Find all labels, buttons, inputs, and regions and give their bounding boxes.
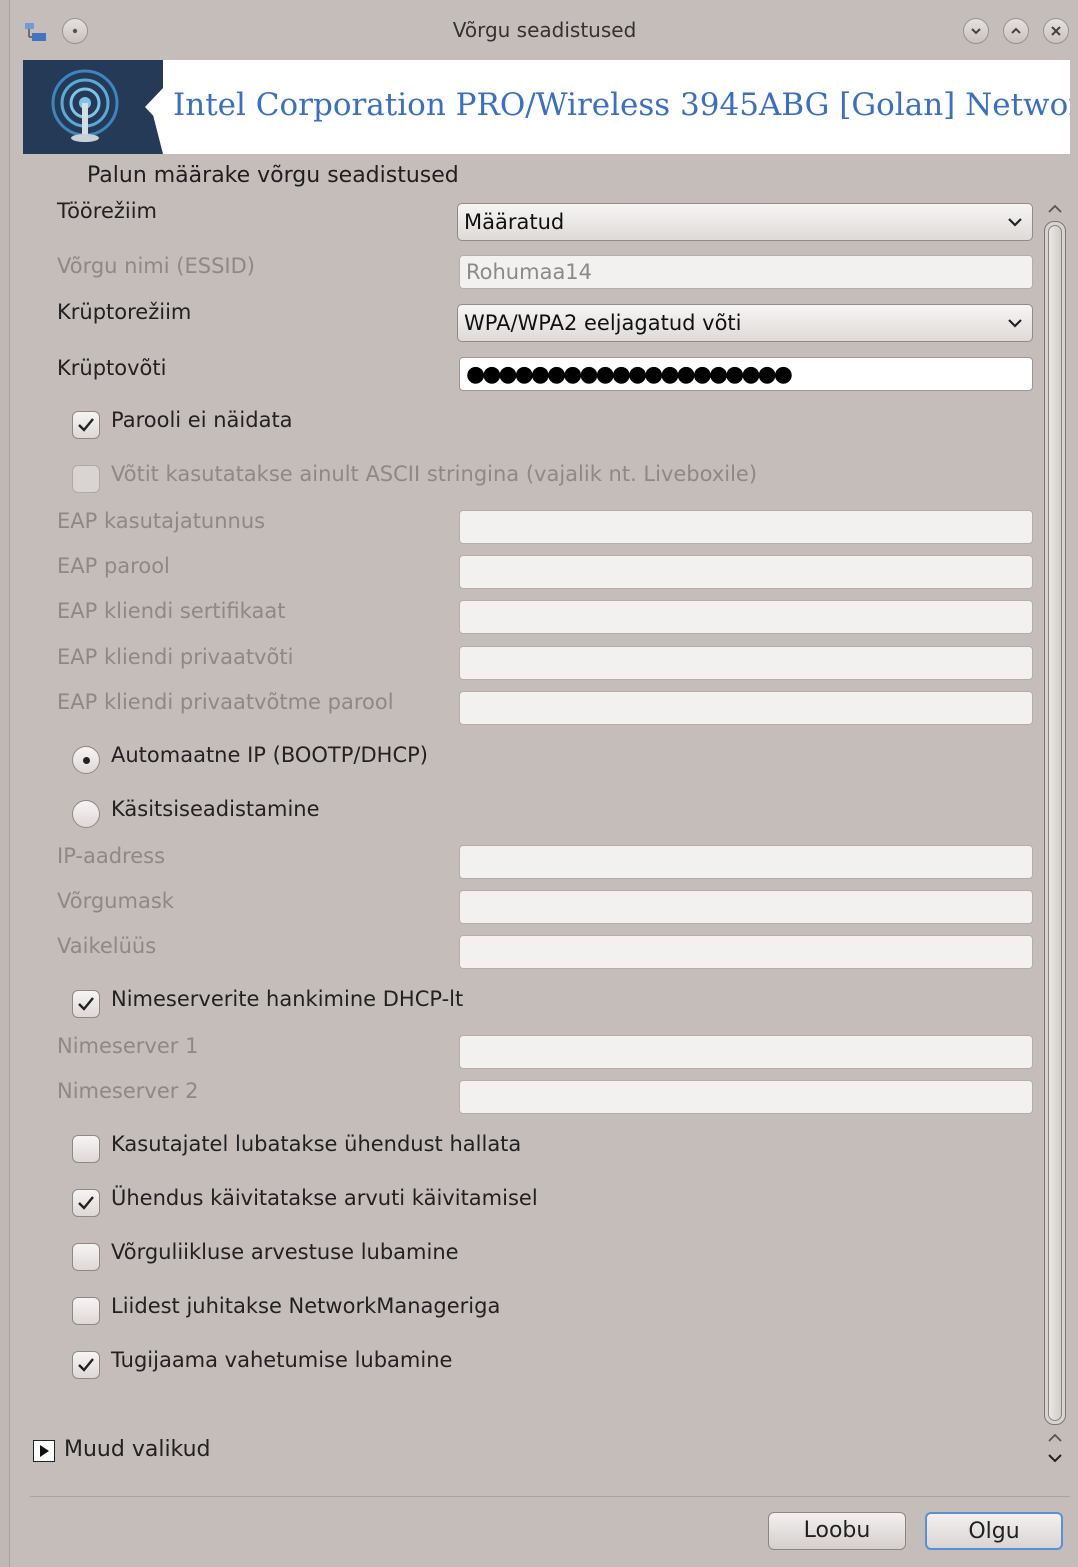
more-options-label[interactable]: Muud valikud (64, 1437, 211, 1462)
cancel-button[interactable]: Loobu (768, 1512, 906, 1550)
close-button[interactable] (1043, 18, 1069, 44)
minimize-button[interactable] (963, 18, 989, 44)
eap-password-input[interactable] (459, 555, 1033, 589)
instruction-text: Palun määrake võrgu seadistused (87, 163, 459, 188)
close-icon (1051, 26, 1061, 36)
gateway-label: Vaikelüüs (57, 934, 157, 958)
encryption-mode-value: WPA/WPA2 eeljagatud võti (464, 311, 742, 335)
chevron-down-icon (1008, 218, 1022, 227)
window-title: Võrgu seadistused (452, 18, 637, 42)
scrollbar-thumb[interactable] (1048, 225, 1062, 1421)
wireless-antenna-icon (23, 60, 175, 154)
chevron-up-icon (1011, 27, 1021, 34)
dns2-input[interactable] (459, 1080, 1033, 1114)
ip-address-label: IP-aadress (57, 844, 166, 868)
expander-arrow-icon[interactable] (33, 1440, 55, 1462)
dns-dhcp-checkbox[interactable] (72, 990, 100, 1018)
device-title: Intel Corporation PRO/Wireless 3945ABG [… (173, 87, 1070, 123)
eap-privkey-pass-label: EAP kliendi privaatvõtme parool (57, 690, 394, 714)
mode-select[interactable]: Määratud (457, 203, 1033, 241)
essid-label: Võrgu nimi (ESSID) (57, 254, 255, 278)
dns-dhcp-label: Nimeserverite hankimine DHCP-lt (111, 987, 464, 1011)
ascii-key-label: Võtit kasutatakse ainult ASCII stringina… (111, 462, 758, 486)
mode-label: Töörežiim (57, 199, 158, 223)
networkmanager-checkbox[interactable] (72, 1297, 100, 1325)
manual-config-radio[interactable] (72, 800, 100, 828)
eap-cert-label: EAP kliendi sertifikaat (57, 599, 286, 623)
users-manage-label: Kasutajatel lubatakse ühendust hallata (111, 1132, 522, 1156)
eap-password-label: EAP parool (57, 554, 170, 578)
encryption-mode-select[interactable]: WPA/WPA2 eeljagatud võti (457, 304, 1033, 342)
ap-roaming-checkbox[interactable] (72, 1351, 100, 1379)
masked-key: ●●●●●●●●●●●●●●●●●●●● (466, 362, 793, 387)
encryption-key-label: Krüptovõti (57, 356, 167, 380)
title-bar[interactable]: Võrgu seadistused (10, 8, 1078, 56)
users-manage-checkbox[interactable] (72, 1135, 100, 1163)
checkmark-icon (78, 418, 94, 432)
checkmark-icon (78, 1196, 94, 1210)
eap-cert-input[interactable] (459, 600, 1033, 634)
scroll-up-icon[interactable] (1044, 1428, 1066, 1448)
networkmanager-label: Liidest juhitakse NetworkManageriga (111, 1294, 501, 1318)
checkmark-icon (78, 1358, 94, 1372)
ip-address-input[interactable] (459, 845, 1033, 879)
auto-ip-radio[interactable] (72, 746, 100, 774)
separator (30, 1496, 1070, 1497)
gateway-input[interactable] (459, 935, 1033, 969)
traffic-accounting-checkbox[interactable] (72, 1243, 100, 1271)
encryption-key-input[interactable]: ●●●●●●●●●●●●●●●●●●●● (459, 357, 1033, 391)
netmask-input[interactable] (459, 890, 1033, 924)
eap-user-label: EAP kasutajatunnus (57, 509, 266, 533)
dns2-label: Nimeserver 2 (57, 1079, 199, 1103)
vertical-scrollbar[interactable] (1044, 221, 1066, 1425)
essid-input[interactable]: Rohumaa14 (459, 255, 1033, 289)
checkmark-icon (78, 997, 94, 1011)
radio-selected-dot (83, 757, 90, 764)
dns1-input[interactable] (459, 1035, 1033, 1069)
eap-privkey-label: EAP kliendi privaatvõti (57, 645, 294, 669)
eap-user-input[interactable] (459, 510, 1033, 544)
manual-config-label: Käsitsiseadistamine (111, 797, 320, 821)
start-at-boot-label: Ühendus käivitatakse arvuti käivitamisel (111, 1186, 538, 1210)
hide-password-label: Parooli ei näidata (111, 408, 293, 432)
ap-roaming-label: Tugijaama vahetumise lubamine (111, 1348, 453, 1372)
scroll-down-icon[interactable] (1044, 1448, 1066, 1468)
chevron-down-icon (971, 28, 981, 35)
eap-privkey-input[interactable] (459, 646, 1033, 680)
traffic-accounting-label: Võrguliikluse arvestuse lubamine (111, 1240, 459, 1264)
eap-privkey-pass-input[interactable] (459, 691, 1033, 725)
header-banner: Intel Corporation PRO/Wireless 3945ABG [… (23, 60, 1070, 154)
netmask-label: Võrgumask (57, 889, 174, 913)
auto-ip-label: Automaatne IP (BOOTP/DHCP) (111, 743, 428, 767)
ascii-key-checkbox[interactable] (72, 465, 100, 493)
mode-value: Määratud (464, 210, 565, 234)
ok-button[interactable]: Olgu (925, 1512, 1063, 1550)
maximize-button[interactable] (1003, 18, 1029, 44)
encryption-mode-label: Krüptorežiim (57, 300, 192, 324)
network-settings-window: Võrgu seadistused Intel Corporation PRO/… (9, 0, 1078, 1567)
start-at-boot-checkbox[interactable] (72, 1189, 100, 1217)
scroll-up-icon[interactable] (1044, 199, 1066, 219)
chevron-down-icon (1008, 319, 1022, 328)
dns1-label: Nimeserver 1 (57, 1034, 199, 1058)
hide-password-checkbox[interactable] (72, 411, 100, 439)
